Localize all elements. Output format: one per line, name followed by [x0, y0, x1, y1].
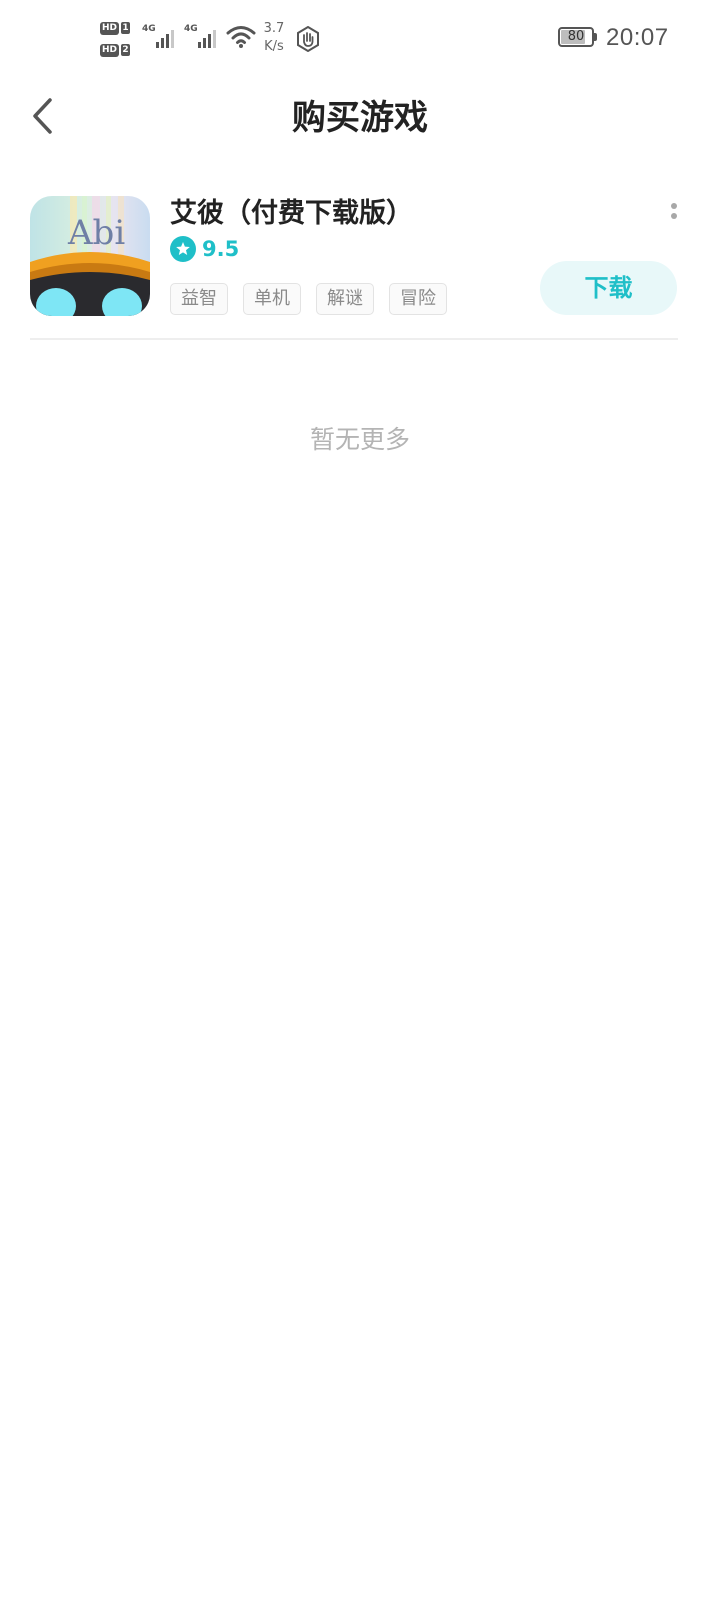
sim-2-number: 2: [121, 44, 131, 56]
tag-riddle[interactable]: 解谜: [316, 283, 374, 315]
game-name[interactable]: 艾彼（付费下载版）: [170, 196, 413, 232]
hand-shield-icon: [297, 26, 319, 52]
game-icon[interactable]: Abi: [30, 196, 150, 316]
header: 购买游戏: [0, 80, 720, 156]
network-speed-value: 3.7: [263, 21, 285, 36]
game-rating: 9.5: [170, 235, 239, 263]
signal-bars-icon: [198, 30, 216, 48]
more-vertical-icon: [671, 203, 677, 219]
network-speed: 3.7 K/s: [262, 20, 286, 56]
game-icon-text: Abi: [67, 213, 125, 253]
sim-badges: HD 1 HD 2: [100, 18, 136, 60]
sim-1-number: 1: [121, 22, 131, 34]
hd-badge-2: HD: [100, 43, 120, 57]
chevron-left-icon: [33, 98, 52, 134]
game-icon-artwork: Abi: [30, 196, 150, 316]
signal-1: 4G: [142, 22, 178, 50]
download-button[interactable]: 下载: [540, 261, 677, 315]
network-type-2: 4G: [184, 24, 198, 34]
wifi-icon: [226, 26, 256, 48]
star-icon: [170, 236, 196, 262]
status-bar: HD 1 HD 2 4G 4G 3.7 K/s 80 20:07: [0, 0, 720, 80]
back-button[interactable]: [18, 92, 66, 140]
no-more-text: 暂无更多: [309, 425, 410, 454]
hd-badge-1: HD: [100, 21, 120, 35]
tag-single-player[interactable]: 单机: [243, 283, 301, 315]
game-tags: 益智 单机 解谜 冒险: [170, 283, 462, 315]
rating-value: 9.5: [202, 237, 240, 261]
divider: [30, 338, 678, 340]
page-title: 购买游戏: [292, 98, 428, 138]
game-list-item[interactable]: Abi 艾彼（付费下载版） 9.5 益智 单机 解谜 冒险 下载: [30, 196, 678, 316]
more-options-button[interactable]: [662, 200, 686, 232]
status-time: 20:07: [606, 24, 669, 51]
signal-bars-icon: [156, 30, 174, 48]
battery-icon: 80: [558, 27, 600, 49]
network-speed-unit: K/s: [264, 39, 284, 54]
network-type-1: 4G: [142, 24, 156, 34]
battery-level: 80: [567, 29, 585, 44]
tag-puzzle[interactable]: 益智: [170, 283, 228, 315]
signal-2: 4G: [184, 22, 220, 50]
tag-adventure[interactable]: 冒险: [389, 283, 447, 315]
